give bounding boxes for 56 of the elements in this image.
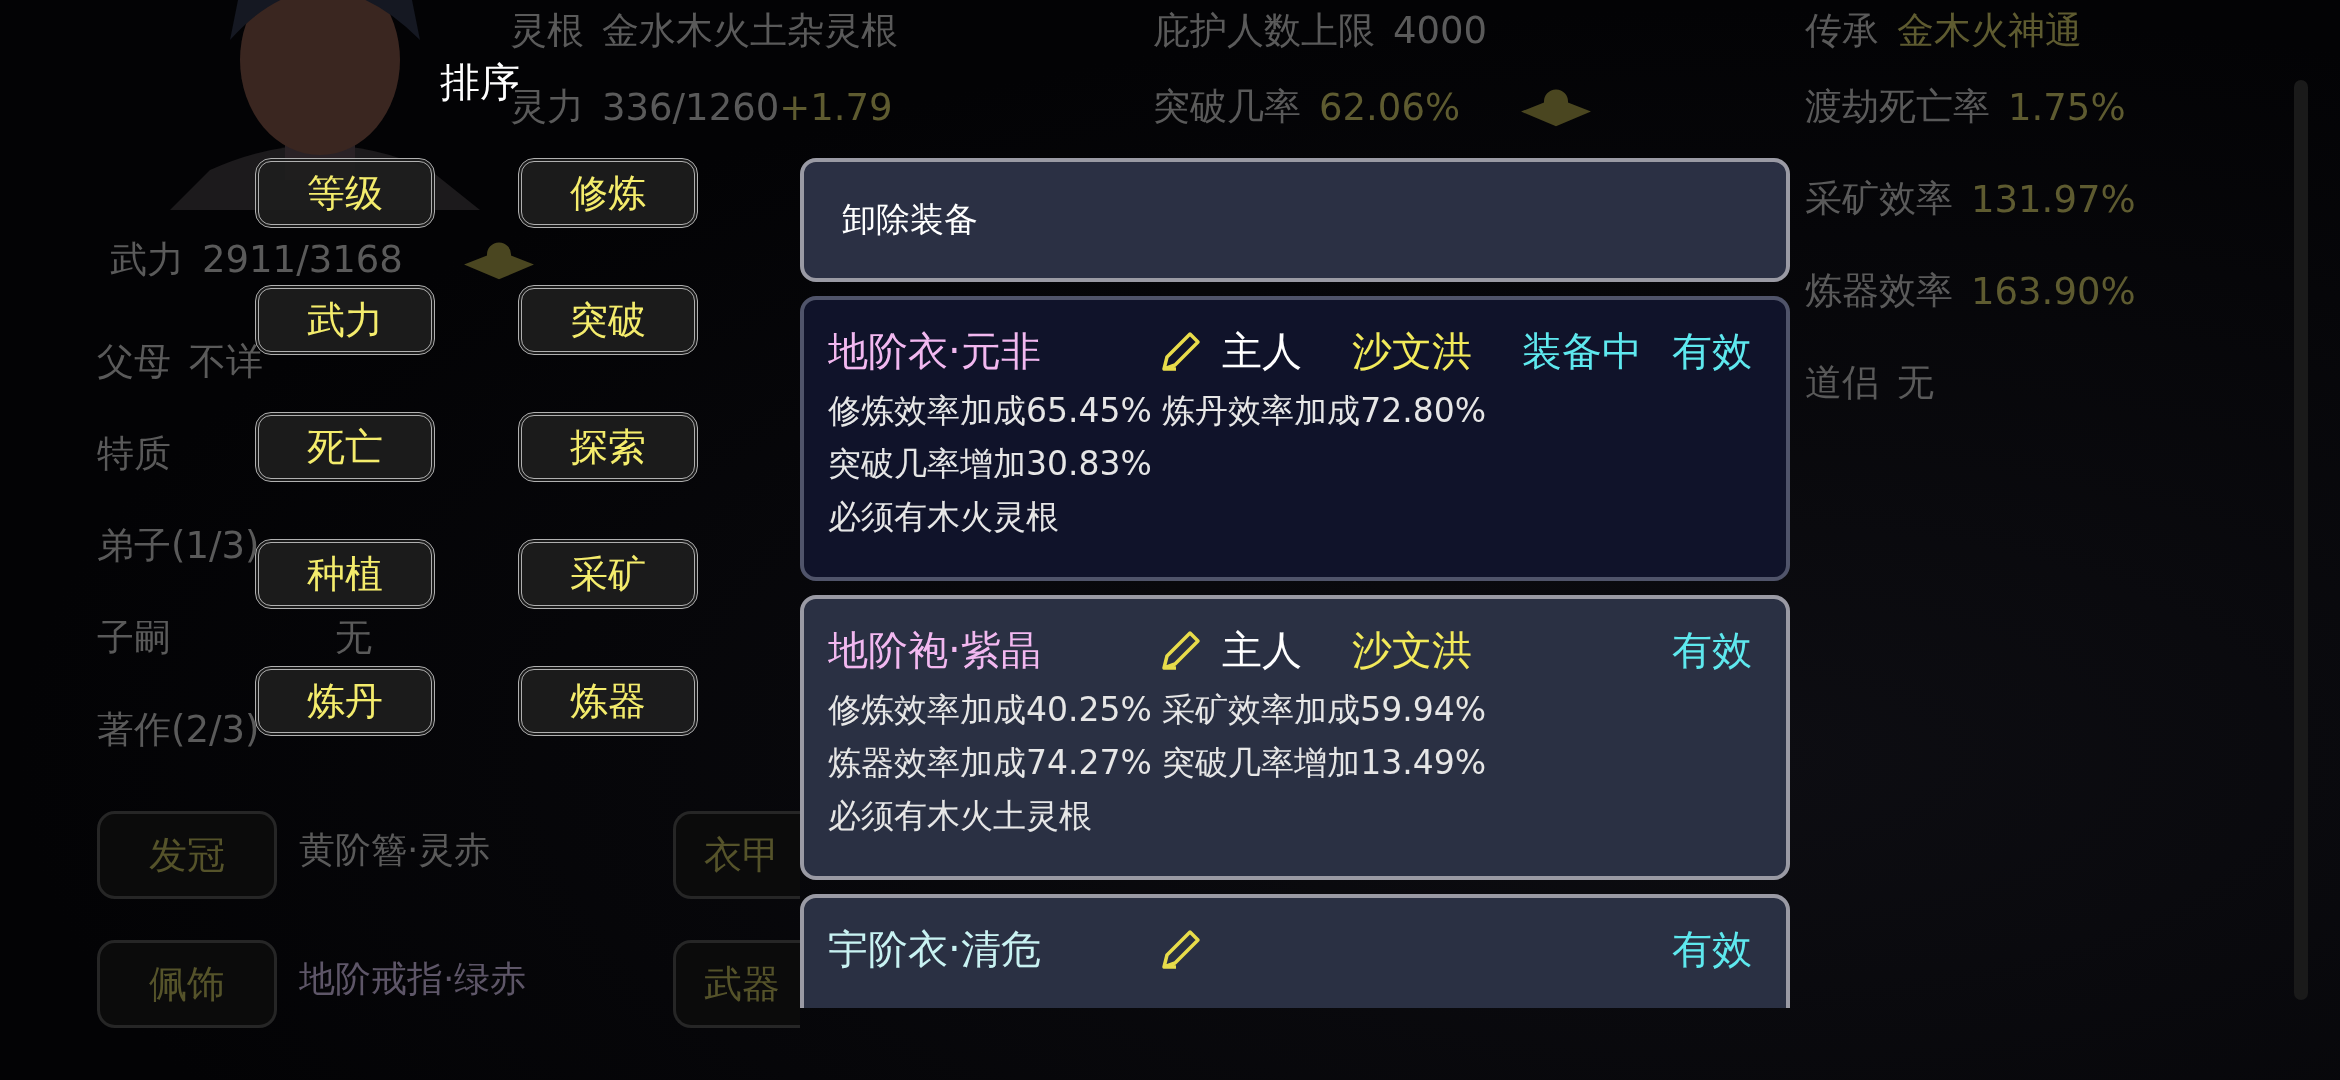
sort-button[interactable]: 炼器 <box>518 666 698 736</box>
equipment-name: 宇阶衣·清危 <box>828 924 1042 974</box>
sort-button[interactable]: 探索 <box>518 412 698 482</box>
stat-value: 无 <box>1897 360 1934 406</box>
stat-label: 传承 <box>1805 7 1879 54</box>
stat-value: 2911/3168 <box>202 237 403 283</box>
stat-label: 庇护人数上限 <box>1153 7 1375 54</box>
sort-button[interactable]: 炼丹 <box>255 666 435 736</box>
stat-label: 父母 <box>97 339 171 385</box>
owner-label: 主人 <box>1222 326 1302 376</box>
validity-text: 有效 <box>1672 924 1752 974</box>
equipped-item-name: 黄阶簪·灵赤 <box>299 828 491 872</box>
stat-label: 突破几率 <box>1153 84 1301 130</box>
bonus-value: +1.79 <box>779 85 893 129</box>
stat-label: 炼器效率 <box>1805 268 1953 314</box>
stat-label: 子嗣 <box>97 615 172 661</box>
status-text: 装备中 <box>1522 326 1642 376</box>
equipment-card[interactable]: 地阶袍·紫晶 主人 沙文洪 有效 修炼效率加成40.25% 采矿效率加成59.94% 炼器效率加成74.27% 突破几率增加13.49% 必须有木火土灵根 <box>800 595 1790 880</box>
stat-label: 渡劫死亡率 <box>1805 84 1990 130</box>
sort-button[interactable]: 采矿 <box>518 539 698 609</box>
stat-value: 131.97% <box>1971 177 2136 221</box>
validity-text: 有效 <box>1672 625 1752 675</box>
stat-value: 4000 <box>1393 9 1488 52</box>
equipped-item-name: 地阶戒指·绿赤 <box>299 957 527 1001</box>
sort-button[interactable]: 等级 <box>255 158 435 228</box>
effect-text: 炼器效率加成74.27% 突破几率增加13.49% <box>828 742 1488 784</box>
stat-value: 金水木火土杂灵根 <box>602 7 898 54</box>
stat-value: 336/1260 <box>602 85 780 129</box>
effect-text: 必须有木火灵根 <box>828 496 1060 538</box>
equipment-name: 地阶袍·紫晶 <box>828 625 1042 675</box>
stat-label: 道侣 <box>1805 360 1879 406</box>
stat-value: 163.90% <box>1971 269 2136 313</box>
effect-text: 突破几率增加30.83% <box>828 443 1153 485</box>
unequip-button[interactable]: 卸除装备 <box>800 158 1790 282</box>
equipment-card[interactable]: 地阶衣·元非 主人 沙文洪 装备中 有效 修炼效率加成65.45% 炼丹效率加成72.80% 突破几率增加30.83% 必须有木火灵根 <box>800 296 1790 581</box>
effect-text: 修炼效率加成65.45% 炼丹效率加成72.80% <box>828 390 1488 432</box>
stat-value: 62.06% <box>1319 85 1461 129</box>
stat-value: 1.75% <box>2008 85 2126 129</box>
sort-button[interactable]: 死亡 <box>255 412 435 482</box>
equipment-card[interactable]: 宇阶衣·清危 有效 <box>800 894 1790 1008</box>
owner-name: 沙文洪 <box>1352 326 1472 376</box>
stat-label: 武力 <box>110 237 184 283</box>
stat-label: 采矿效率 <box>1805 176 1953 222</box>
stat-value: 金木火神通 <box>1897 7 2082 54</box>
validity-text: 有效 <box>1672 326 1752 376</box>
owner-label: 主人 <box>1222 625 1302 675</box>
stat-label: 特质 <box>97 431 172 477</box>
stat-label: 灵根 <box>510 7 584 54</box>
sort-button[interactable]: 修炼 <box>518 158 698 228</box>
equipment-name: 地阶衣·元非 <box>828 326 1042 376</box>
sort-button[interactable]: 种植 <box>255 539 435 609</box>
effect-text: 修炼效率加成40.25% 采矿效率加成59.94% <box>828 689 1488 731</box>
sort-button[interactable]: 突破 <box>518 285 698 355</box>
effect-text: 必须有木火土灵根 <box>828 795 1093 837</box>
owner-name: 沙文洪 <box>1352 625 1472 675</box>
stat-value: 无 <box>335 615 372 661</box>
